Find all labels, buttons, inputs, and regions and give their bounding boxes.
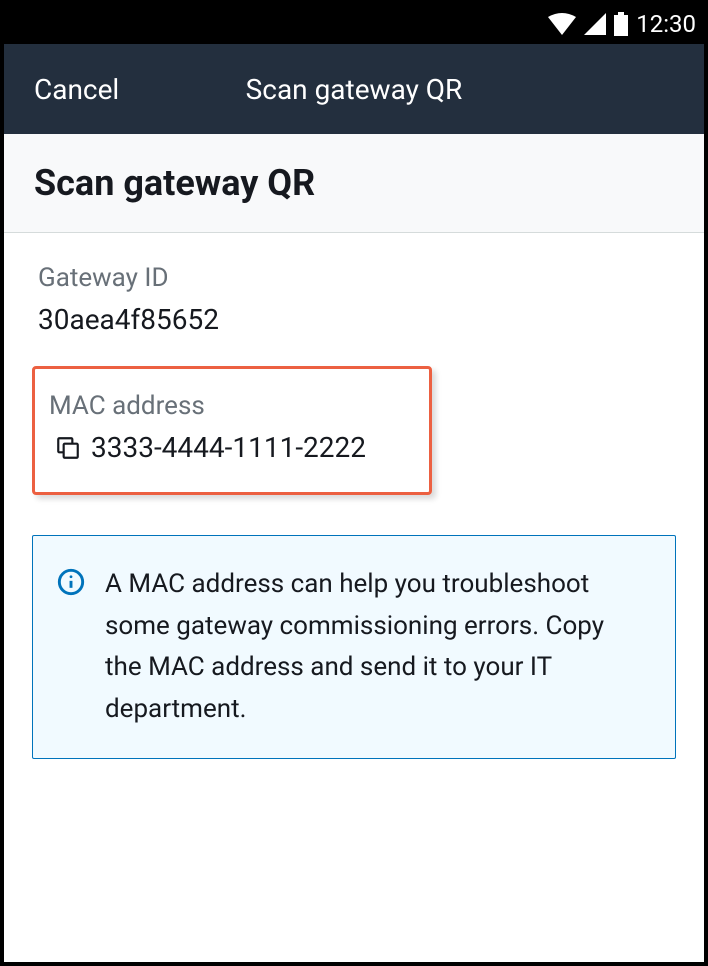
mac-address-value: 3333-4444-1111-2222 <box>91 431 366 464</box>
nav-bar: Cancel Scan gateway QR <box>4 44 704 134</box>
info-icon <box>57 568 85 596</box>
gateway-id-label: Gateway ID <box>38 263 676 293</box>
nav-title: Scan gateway QR <box>246 73 463 106</box>
cancel-button[interactable]: Cancel <box>34 73 119 106</box>
gateway-id-value: 30aea4f85652 <box>38 303 676 336</box>
status-time: 12:30 <box>636 10 696 38</box>
content: Gateway ID 30aea4f85652 MAC address 3333… <box>4 233 704 962</box>
wifi-icon <box>548 13 576 35</box>
mac-address-label: MAC address <box>49 391 415 421</box>
info-text: A MAC address can help you troubleshoot … <box>105 564 647 730</box>
mac-address-section: MAC address 3333-4444-1111-2222 <box>32 366 432 495</box>
signal-icon <box>584 13 606 35</box>
subheader: Scan gateway QR <box>4 134 704 233</box>
gateway-section: Gateway ID 30aea4f85652 <box>32 263 676 336</box>
battery-icon <box>614 12 628 36</box>
copy-icon[interactable] <box>55 435 81 461</box>
page-title: Scan gateway QR <box>34 162 674 204</box>
status-bar: 12:30 <box>4 4 704 44</box>
info-box: A MAC address can help you troubleshoot … <box>32 535 676 759</box>
